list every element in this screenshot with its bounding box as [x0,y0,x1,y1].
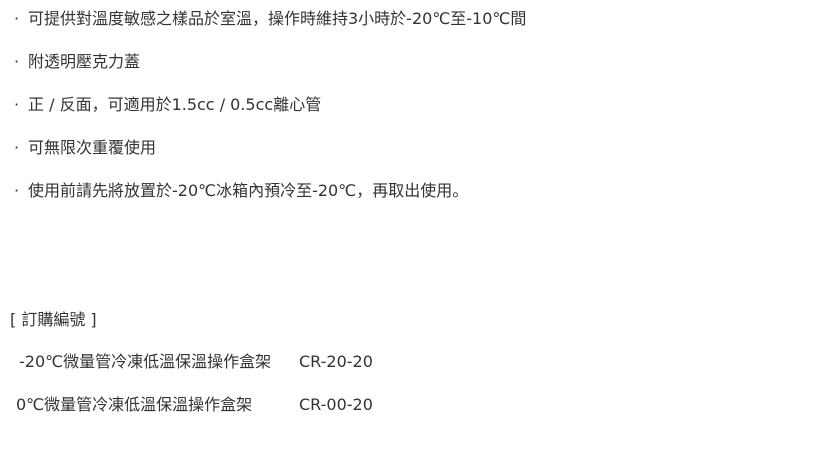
order-row: -20℃微量管冷凍低溫保溫操作盒架 CR-20-20 [19,351,373,373]
bullet: · [14,181,20,200]
bullet: · [14,138,20,157]
order-product-name: 0℃微量管冷凍低溫保溫操作盒架 [16,395,253,414]
bullet: · [14,95,20,114]
feature-item: · 使用前請先將放置於-20℃冰箱內預冷至-20℃，再取出使用。 [14,180,526,223]
order-heading: [ 訂購編號 ] [10,310,97,329]
feature-item: · 可提供對溫度敏感之樣品於室溫，操作時維持3小時於-20℃至-10℃間 [14,8,526,51]
feature-item: · 可無限次重覆使用 [14,137,526,180]
bullet: · [14,52,20,71]
order-code: CR-00-20 [299,395,373,414]
feature-item: · 正 / 反面，可適用於1.5cc / 0.5cc離心管 [14,94,526,137]
feature-item: · 附透明壓克力蓋 [14,51,526,94]
feature-text: 正 / 反面，可適用於1.5cc / 0.5cc離心管 [28,95,322,114]
feature-text: 可無限次重覆使用 [28,138,157,157]
feature-list: · 可提供對溫度敏感之樣品於室溫，操作時維持3小時於-20℃至-10℃間 · 附透明… [14,8,526,223]
feature-text: 使用前請先將放置於-20℃冰箱內預冷至-20℃，再取出使用。 [28,181,469,200]
order-row: 0℃微量管冷凍低溫保溫操作盒架 CR-00-20 [16,394,373,416]
feature-text: 附透明壓克力蓋 [28,52,141,71]
bullet: · [14,9,20,28]
order-product-name: -20℃微量管冷凍低溫保溫操作盒架 [19,352,272,371]
feature-text: 可提供對溫度敏感之樣品於室溫，操作時維持3小時於-20℃至-10℃間 [28,9,527,28]
order-code: CR-20-20 [299,352,373,371]
